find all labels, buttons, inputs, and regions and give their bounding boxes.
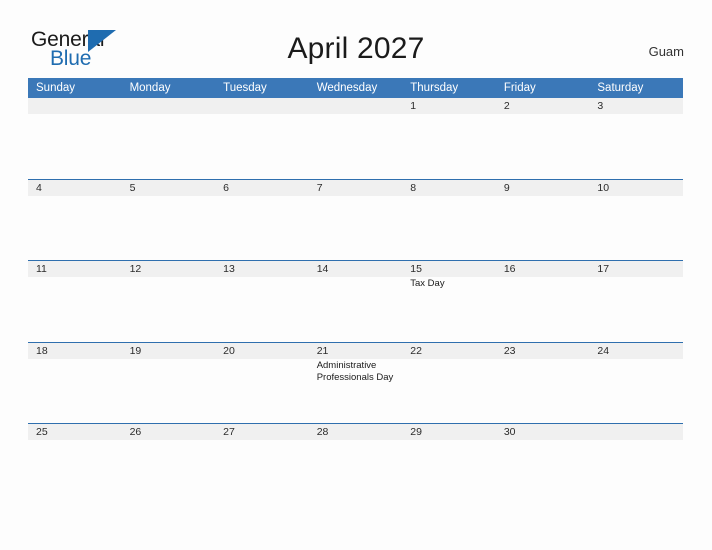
day-number[interactable]: 5: [122, 180, 216, 196]
day-event: [589, 277, 683, 342]
region-label: Guam: [648, 44, 684, 59]
day-event: [589, 114, 683, 179]
day-event: [402, 359, 496, 424]
weekday-header-saturday: Saturday: [597, 82, 644, 94]
day-number[interactable]: 11: [28, 261, 122, 277]
weekday-header-friday: Friday: [503, 82, 536, 94]
day-event: [589, 440, 683, 505]
day-event: [402, 196, 496, 261]
week-date-band: 1 2 3: [28, 98, 683, 114]
day-event: [309, 114, 403, 179]
day-number[interactable]: 22: [402, 343, 496, 359]
day-number[interactable]: [215, 98, 309, 114]
weekday-header-tuesday: Tuesday: [223, 82, 267, 94]
week-date-band: 4 5 6 7 8 9 10: [28, 179, 683, 196]
calendar-week-row: 4 5 6 7 8 9 10: [28, 178, 683, 261]
day-number[interactable]: [122, 98, 216, 114]
day-event: [122, 114, 216, 179]
weekday-header-wednesday: Wednesday: [316, 82, 378, 94]
day-number[interactable]: 17: [589, 261, 683, 277]
day-number[interactable]: 10: [589, 180, 683, 196]
day-number[interactable]: 4: [28, 180, 122, 196]
day-event: [215, 277, 309, 342]
week-date-band: 11 12 13 14 15 16 17: [28, 261, 683, 278]
day-number[interactable]: 9: [496, 180, 590, 196]
weekday-header-sunday: Sunday: [36, 82, 76, 94]
day-number[interactable]: 29: [402, 424, 496, 440]
day-event: [496, 277, 590, 342]
day-event: Administrative Professionals Day: [316, 359, 394, 384]
day-event: [28, 359, 122, 424]
day-number[interactable]: 26: [122, 424, 216, 440]
day-number[interactable]: 21: [309, 343, 403, 359]
day-event: [215, 359, 309, 424]
week-date-band: 25 26 27 28 29 30: [28, 424, 683, 441]
day-number[interactable]: 30: [496, 424, 590, 440]
calendar-week-row: 1 2 3: [28, 98, 683, 179]
day-number[interactable]: 25: [28, 424, 122, 440]
day-number[interactable]: 12: [122, 261, 216, 277]
day-event: [28, 440, 122, 505]
day-event: [122, 440, 216, 505]
day-number[interactable]: 15: [402, 261, 496, 277]
day-number[interactable]: 19: [122, 343, 216, 359]
day-number[interactable]: 13: [215, 261, 309, 277]
day-event: [28, 196, 122, 261]
day-event: [309, 277, 403, 342]
day-event: [215, 114, 309, 179]
day-event: [496, 359, 590, 424]
day-number[interactable]: 24: [589, 343, 683, 359]
page-header: General Blue April 2027 Guam: [0, 0, 712, 78]
week-event-band: [28, 195, 683, 261]
week-date-band: 18 19 20 21 22 23 24: [28, 342, 683, 359]
day-number[interactable]: [28, 98, 122, 114]
day-event: [402, 440, 496, 505]
week-event-band: [28, 440, 683, 505]
day-event: [215, 440, 309, 505]
week-event-band: [28, 114, 683, 179]
calendar-week-row: 25 26 27 28 29 30: [28, 423, 683, 505]
weekday-header-monday: Monday: [129, 82, 171, 94]
day-event: [309, 196, 403, 261]
day-number[interactable]: 2: [496, 98, 590, 114]
weekday-header-row: Sunday Monday Tuesday Wednesday Thursday…: [28, 78, 683, 98]
day-event: [122, 196, 216, 261]
day-number[interactable]: 3: [589, 98, 683, 114]
day-event: [589, 359, 683, 424]
page-title: April 2027: [287, 32, 425, 65]
week-event-band: Tax Day: [28, 277, 683, 342]
day-event: [496, 114, 590, 179]
day-event: [309, 440, 403, 505]
day-event: Tax Day: [410, 278, 445, 290]
day-event: [496, 196, 590, 261]
calendar-week-row: 11 12 13 14 15 16 17 Tax Day: [28, 260, 683, 342]
day-number[interactable]: 27: [215, 424, 309, 440]
day-number[interactable]: 28: [309, 424, 403, 440]
day-number[interactable]: 1: [402, 98, 496, 114]
day-number[interactable]: 20: [215, 343, 309, 359]
day-number[interactable]: 6: [215, 180, 309, 196]
day-event: [402, 114, 496, 179]
day-event: [496, 440, 590, 505]
day-event: [122, 277, 216, 342]
day-number[interactable]: [589, 424, 683, 440]
day-number[interactable]: 23: [496, 343, 590, 359]
day-event: [28, 114, 122, 179]
weekday-header-thursday: Thursday: [410, 82, 459, 94]
day-number[interactable]: [309, 98, 403, 114]
day-event: [122, 359, 216, 424]
calendar-week-row: 18 19 20 21 22 23 24 Administrative Prof…: [28, 341, 683, 424]
calendar-grid: Sunday Monday Tuesday Wednesday Thursday…: [28, 78, 683, 505]
day-number[interactable]: 16: [496, 261, 590, 277]
day-number[interactable]: 14: [309, 261, 403, 277]
day-event: [589, 196, 683, 261]
day-event: [28, 277, 122, 342]
day-number[interactable]: 7: [309, 180, 403, 196]
day-number[interactable]: 18: [28, 343, 122, 359]
week-event-band: Administrative Professionals Day: [28, 358, 683, 424]
day-event: [215, 196, 309, 261]
day-number[interactable]: 8: [402, 180, 496, 196]
